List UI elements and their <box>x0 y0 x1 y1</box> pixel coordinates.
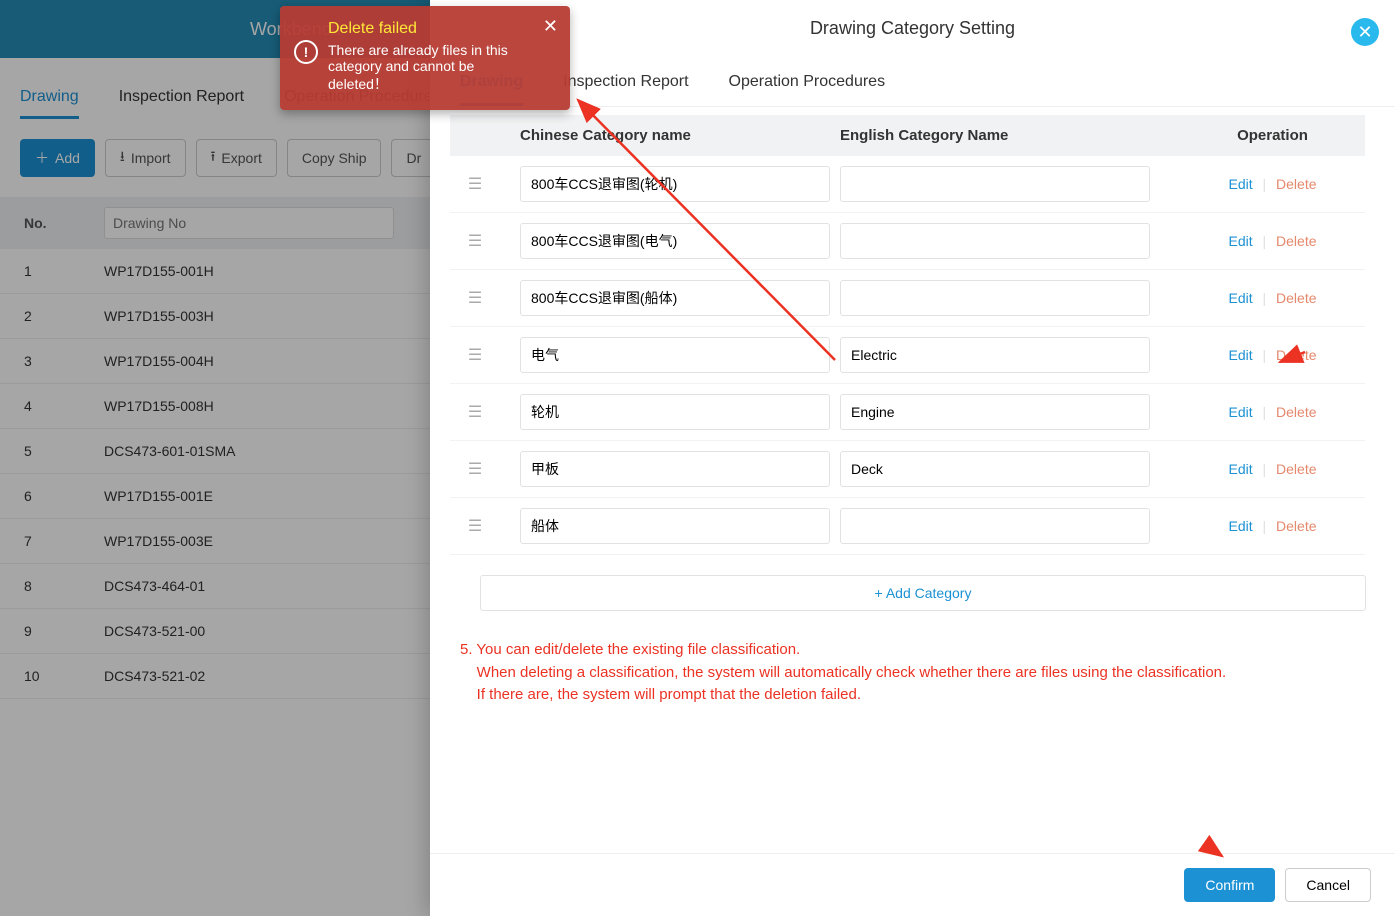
separator: | <box>1263 290 1267 306</box>
instruction-l3: If there are, the system will prompt tha… <box>477 686 861 703</box>
toast-message: There are already files in this category… <box>328 42 534 94</box>
drag-handle-icon[interactable]: ☰ <box>450 459 500 479</box>
drag-handle-icon[interactable]: ☰ <box>450 516 500 536</box>
close-icon: ✕ <box>1357 22 1372 43</box>
category-setting-modal: Drawing Category Setting ✕ Drawing Inspe… <box>430 0 1395 916</box>
delete-link[interactable]: Delete <box>1276 233 1316 249</box>
col-op-label: Operation <box>1180 127 1365 144</box>
edit-link[interactable]: Edit <box>1228 347 1252 363</box>
modal-close-button[interactable]: ✕ <box>1351 18 1379 46</box>
en-name-input[interactable] <box>840 508 1150 544</box>
en-name-input[interactable] <box>840 223 1150 259</box>
cn-name-input[interactable] <box>520 451 830 487</box>
cn-name-input[interactable] <box>520 508 830 544</box>
edit-link[interactable]: Edit <box>1228 290 1252 306</box>
category-row: ☰ Edit | Delete <box>450 213 1365 270</box>
row-operations: Edit | Delete <box>1180 404 1365 420</box>
edit-link[interactable]: Edit <box>1228 233 1252 249</box>
category-row: ☰ Edit | Delete <box>450 270 1365 327</box>
delete-failed-toast: ! Delete failed There are already files … <box>280 6 570 110</box>
drag-handle-icon[interactable]: ☰ <box>450 345 500 365</box>
close-icon: ✕ <box>543 16 558 36</box>
separator: | <box>1263 233 1267 249</box>
modal-footer: Confirm Cancel <box>430 853 1395 916</box>
warning-icon: ! <box>294 40 318 64</box>
edit-link[interactable]: Edit <box>1228 404 1252 420</box>
row-operations: Edit | Delete <box>1180 461 1365 477</box>
row-operations: Edit | Delete <box>1180 176 1365 192</box>
en-name-input[interactable] <box>840 280 1150 316</box>
delete-link[interactable]: Delete <box>1276 347 1316 363</box>
category-row: ☰ Edit | Delete <box>450 441 1365 498</box>
en-name-input[interactable] <box>840 337 1150 373</box>
toast-close-button[interactable]: ✕ <box>543 16 558 37</box>
modal-header: Drawing Category Setting ✕ <box>430 0 1395 53</box>
instruction-l1: You can edit/delete the existing file cl… <box>476 641 800 658</box>
delete-link[interactable]: Delete <box>1276 290 1316 306</box>
drag-handle-icon[interactable]: ☰ <box>450 174 500 194</box>
category-row: ☰ Edit | Delete <box>450 327 1365 384</box>
separator: | <box>1263 461 1267 477</box>
drag-handle-icon[interactable]: ☰ <box>450 231 500 251</box>
delete-link[interactable]: Delete <box>1276 176 1316 192</box>
edit-link[interactable]: Edit <box>1228 176 1252 192</box>
instruction-prefix: 5. <box>460 641 476 658</box>
delete-link[interactable]: Delete <box>1276 461 1316 477</box>
col-en-label: English Category Name <box>840 127 1180 144</box>
category-row: ☰ Edit | Delete <box>450 384 1365 441</box>
separator: | <box>1263 518 1267 534</box>
separator: | <box>1263 347 1267 363</box>
add-category-button[interactable]: + Add Category <box>480 575 1366 611</box>
modal-tab-operation[interactable]: Operation Procedures <box>729 73 886 106</box>
delete-link[interactable]: Delete <box>1276 404 1316 420</box>
category-row: ☰ Edit | Delete <box>450 156 1365 213</box>
cn-name-input[interactable] <box>520 394 830 430</box>
drag-handle-icon[interactable]: ☰ <box>450 288 500 308</box>
instruction-l2: When deleting a classification, the syst… <box>477 664 1227 681</box>
category-table-header: Chinese Category name English Category N… <box>450 115 1365 156</box>
cn-name-input[interactable] <box>520 280 830 316</box>
en-name-input[interactable] <box>840 394 1150 430</box>
toast-title: Delete failed <box>328 20 534 38</box>
modal-title: Drawing Category Setting <box>810 18 1015 38</box>
instruction-text: 5. You can edit/delete the existing file… <box>450 611 1365 717</box>
cancel-button[interactable]: Cancel <box>1285 868 1371 902</box>
en-name-input[interactable] <box>840 451 1150 487</box>
cn-name-input[interactable] <box>520 337 830 373</box>
category-row: ☰ Edit | Delete <box>450 498 1365 555</box>
row-operations: Edit | Delete <box>1180 518 1365 534</box>
modal-tabs: Drawing Inspection Report Operation Proc… <box>430 53 1395 107</box>
cn-name-input[interactable] <box>520 223 830 259</box>
cn-name-input[interactable] <box>520 166 830 202</box>
edit-link[interactable]: Edit <box>1228 461 1252 477</box>
edit-link[interactable]: Edit <box>1228 518 1252 534</box>
modal-body: Chinese Category name English Category N… <box>430 107 1395 853</box>
delete-link[interactable]: Delete <box>1276 518 1316 534</box>
confirm-button[interactable]: Confirm <box>1184 868 1275 902</box>
modal-tab-inspection[interactable]: Inspection Report <box>563 73 688 106</box>
row-operations: Edit | Delete <box>1180 233 1365 249</box>
drag-handle-icon[interactable]: ☰ <box>450 402 500 422</box>
col-cn-label: Chinese Category name <box>500 127 840 144</box>
row-operations: Edit | Delete <box>1180 290 1365 306</box>
separator: | <box>1263 404 1267 420</box>
separator: | <box>1263 176 1267 192</box>
en-name-input[interactable] <box>840 166 1150 202</box>
row-operations: Edit | Delete <box>1180 347 1365 363</box>
